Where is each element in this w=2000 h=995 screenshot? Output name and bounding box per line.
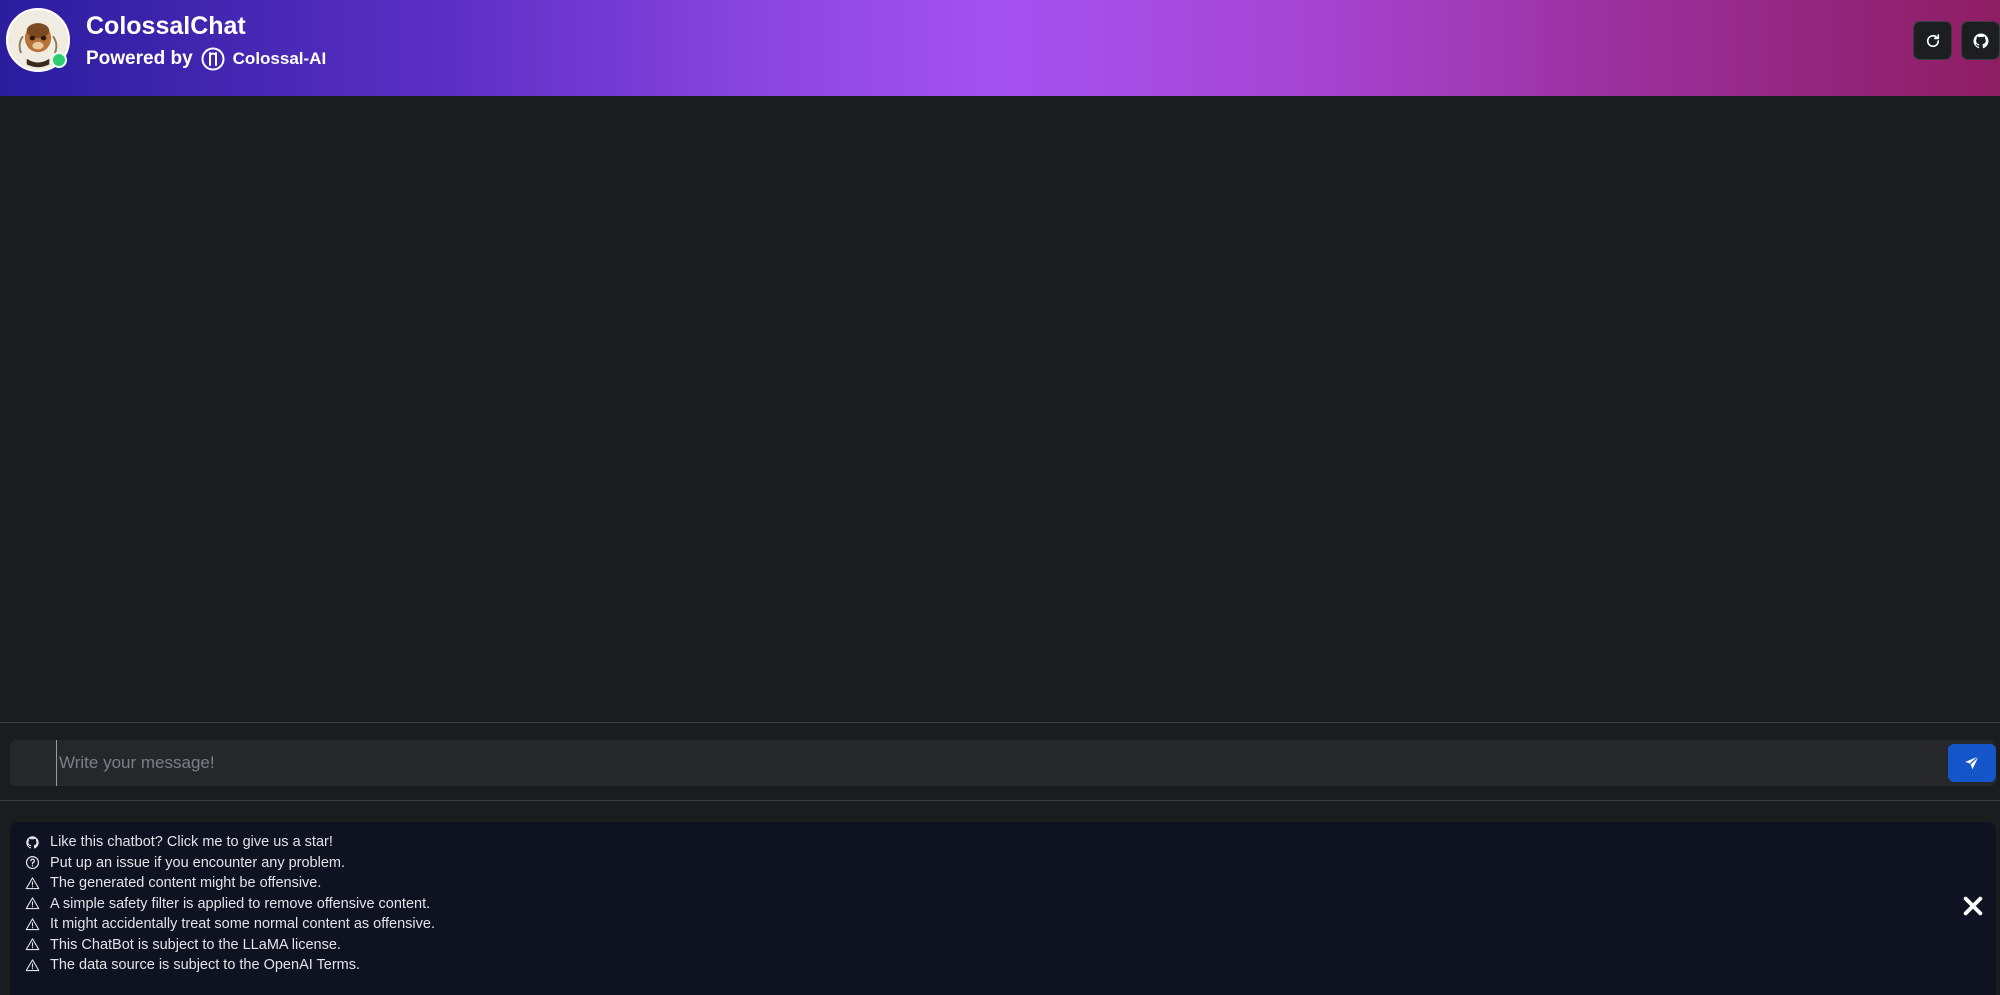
send-button[interactable] bbox=[1948, 744, 1996, 782]
app-header: ColossalChat Powered by Colossal-AI bbox=[0, 0, 2000, 96]
colossal-ai-logo-icon bbox=[201, 47, 225, 71]
powered-by: Powered by Colossal-AI bbox=[86, 46, 326, 72]
brand-name: Colossal-AI bbox=[232, 49, 327, 68]
warning-icon bbox=[25, 897, 39, 910]
message-input[interactable] bbox=[56, 740, 1936, 786]
online-status-dot bbox=[51, 52, 67, 68]
notice-list: Like this chatbot? Click me to give us a… bbox=[24, 832, 435, 976]
notice-text: The data source is subject to the OpenAI… bbox=[50, 957, 361, 974]
notice-item-warning: The data source is subject to the OpenAI… bbox=[24, 955, 435, 976]
notice-item-warning: A simple safety filter is applied to rem… bbox=[24, 894, 435, 915]
notice-text: Like this chatbot? Click me to give us a… bbox=[50, 834, 333, 851]
notice-divider bbox=[0, 800, 2000, 801]
notice-item-warning: The generated content might be offensive… bbox=[24, 873, 435, 894]
refresh-button[interactable] bbox=[1913, 21, 1952, 60]
close-notice-button[interactable] bbox=[1960, 893, 1986, 919]
chat-messages-area[interactable] bbox=[0, 96, 2000, 722]
notice-text: A simple safety filter is applied to rem… bbox=[50, 895, 431, 912]
message-composer bbox=[10, 740, 1996, 786]
notice-text: The generated content might be offensive… bbox=[50, 875, 322, 892]
composer-divider bbox=[0, 722, 2000, 723]
app-title: ColossalChat bbox=[86, 12, 246, 40]
notice-panel: Like this chatbot? Click me to give us a… bbox=[10, 822, 1996, 995]
send-icon bbox=[1965, 755, 1980, 770]
notice-text: Put up an issue if you encounter any pro… bbox=[50, 854, 346, 871]
github-button[interactable] bbox=[1961, 21, 2000, 60]
github-icon bbox=[25, 836, 39, 849]
warning-icon bbox=[25, 938, 39, 951]
warning-icon bbox=[25, 959, 39, 971]
notice-item-issue[interactable]: Put up an issue if you encounter any pro… bbox=[24, 853, 435, 874]
notice-item-star[interactable]: Like this chatbot? Click me to give us a… bbox=[24, 832, 435, 853]
notice-text: This ChatBot is subject to the LLaMA lic… bbox=[50, 936, 341, 953]
close-icon bbox=[1963, 896, 1983, 916]
warning-icon bbox=[25, 918, 39, 930]
warning-icon bbox=[25, 877, 39, 889]
refresh-icon bbox=[1926, 33, 1939, 47]
notice-item-warning: It might accidentally treat some normal … bbox=[24, 914, 435, 935]
powered-by-label: Powered by bbox=[86, 48, 193, 69]
question-circle-icon bbox=[25, 856, 39, 870]
notice-item-warning: This ChatBot is subject to the LLaMA lic… bbox=[24, 935, 435, 956]
github-icon bbox=[1973, 33, 1988, 48]
notice-text: It might accidentally treat some normal … bbox=[50, 916, 435, 933]
